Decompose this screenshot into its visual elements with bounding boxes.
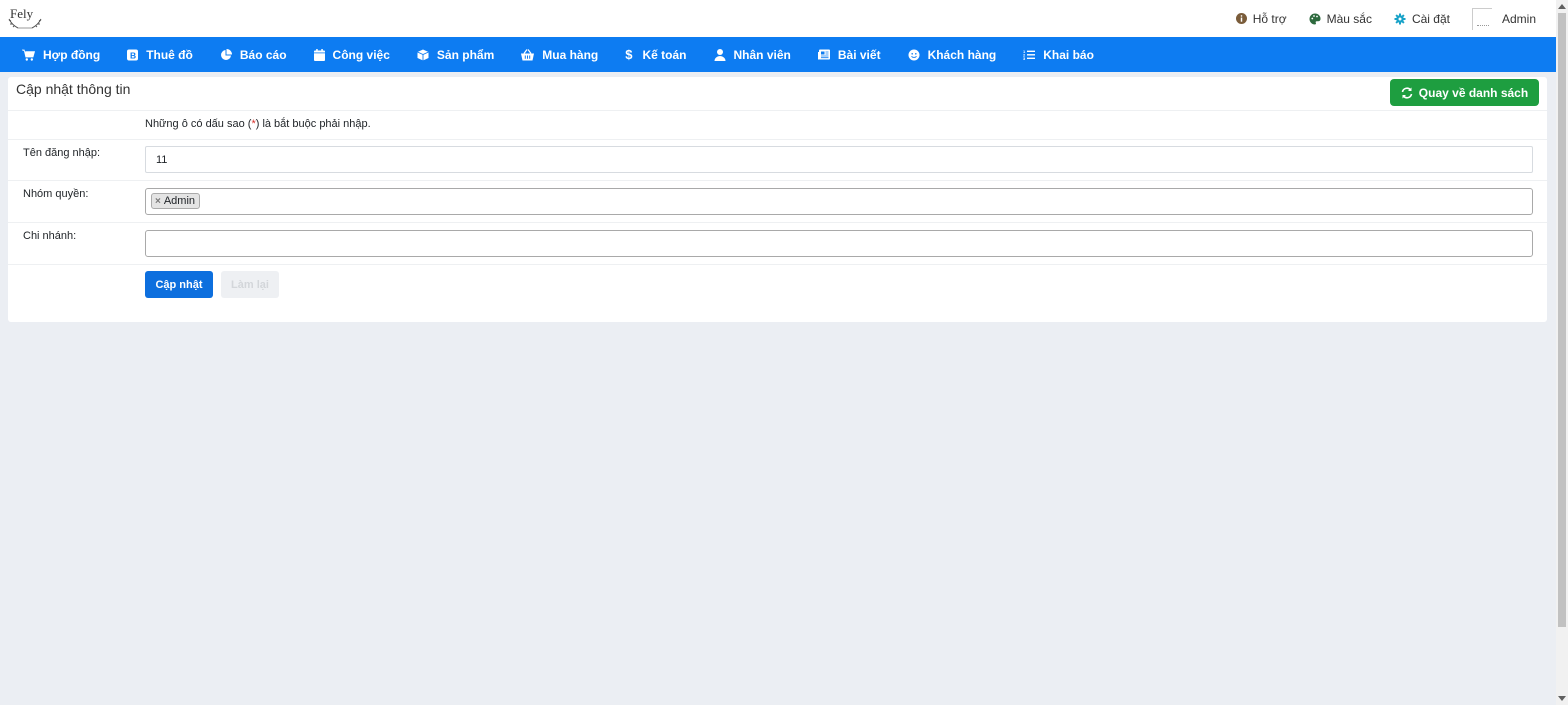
- bootstrap-icon: B: [127, 49, 139, 60]
- nav-label: Khách hàng: [927, 47, 997, 62]
- nav-label: Thuê đồ: [146, 47, 193, 62]
- header-links: Hỗ trợ Màu sắc Cài đặt Admin: [1235, 0, 1536, 37]
- divider: [8, 180, 1547, 181]
- selected-tag: × Admin: [151, 193, 201, 209]
- reset-button[interactable]: Làm lại: [221, 271, 279, 298]
- user-menu[interactable]: Admin: [1471, 7, 1536, 30]
- update-button[interactable]: Cập nhật: [145, 271, 213, 298]
- username-input[interactable]: 11: [145, 146, 1533, 173]
- branch-select[interactable]: [145, 230, 1533, 257]
- page-scrollbar[interactable]: [1556, 0, 1568, 705]
- nav-item-customers[interactable]: Khách hàng: [908, 47, 997, 62]
- back-to-list-button[interactable]: Quay về danh sách: [1390, 79, 1539, 106]
- support-label: Hỗ trợ: [1252, 11, 1287, 26]
- calendar-icon: [313, 48, 325, 61]
- nav-label: Mua hàng: [542, 47, 599, 62]
- gear-icon: [1394, 13, 1406, 24]
- nav-item-purchasing[interactable]: Mua hàng: [521, 48, 598, 62]
- nav-item-accounting[interactable]: $ Kế toán: [625, 47, 686, 62]
- info-icon: [1235, 13, 1247, 24]
- divider: [8, 110, 1547, 111]
- divider: [8, 139, 1547, 140]
- brand-logo[interactable]: Fely: [6, 5, 44, 33]
- nav-label: Bài viết: [837, 47, 881, 62]
- basket-icon: [521, 48, 535, 60]
- box-icon: [417, 49, 429, 60]
- nav-label: Hợp đồng: [43, 47, 101, 62]
- nav-label: Sản phẩm: [436, 47, 495, 62]
- username-value: 11: [156, 153, 168, 166]
- settings-label: Cài đặt: [1411, 11, 1450, 26]
- settings-link[interactable]: Cài đặt: [1394, 12, 1450, 26]
- nav-item-contracts[interactable]: Hợp đồng: [22, 48, 100, 62]
- remove-tag-icon[interactable]: ×: [155, 196, 161, 207]
- branch-label: Chi nhánh:: [23, 230, 77, 242]
- nav-label: Công việc: [332, 47, 390, 62]
- color-label: Màu sắc: [1326, 11, 1372, 26]
- group-select[interactable]: × Admin: [145, 188, 1533, 215]
- group-label: Nhóm quyền:: [23, 188, 89, 200]
- user-icon: [714, 48, 726, 61]
- nav-item-staff[interactable]: Nhân viên: [714, 48, 791, 62]
- smile-icon: [908, 49, 920, 60]
- page-title: Cập nhật thông tin: [16, 81, 131, 97]
- nav-item-settings[interactable]: 123 Khai báo: [1023, 48, 1094, 62]
- list-icon: 123: [1023, 49, 1036, 60]
- scroll-down-arrow-icon[interactable]: [1558, 696, 1566, 701]
- top-header: Fely Hỗ trợ Màu sắc Cài đặt Admin: [0, 0, 1556, 37]
- main-nav: Hợp đồng B Thuê đồ Báo cáo Công việc Sản…: [0, 37, 1556, 72]
- divider: [8, 264, 1547, 265]
- svg-text:3: 3: [1023, 56, 1026, 60]
- nav-label: Khai báo: [1043, 47, 1094, 62]
- nav-label: Nhân viên: [733, 47, 791, 62]
- tag-label: Admin: [163, 195, 196, 207]
- nav-item-tasks[interactable]: Công việc: [313, 47, 390, 62]
- nav-label: Báo cáo: [239, 47, 287, 62]
- avatar: [1471, 7, 1492, 30]
- cart-icon: [22, 49, 35, 61]
- pie-chart-icon: [220, 48, 232, 60]
- user-name: Admin: [1501, 11, 1536, 26]
- support-link[interactable]: Hỗ trợ: [1235, 11, 1287, 26]
- nav-item-products[interactable]: Sản phẩm: [417, 48, 494, 62]
- nav-item-posts[interactable]: Bài viết: [817, 47, 881, 62]
- svg-text:B: B: [130, 50, 136, 60]
- note-prefix: Những ô có dấu sao (: [145, 118, 252, 130]
- required-note: Những ô có dấu sao (*) là bắt buộc phải …: [145, 118, 371, 130]
- nav-label: Kế toán: [642, 47, 687, 62]
- note-suffix: ) là bắt buộc phải nhập.: [255, 118, 371, 130]
- nav-item-rentals[interactable]: B Thuê đồ: [127, 48, 193, 62]
- update-form-card: Cập nhật thông tin Quay về danh sách Nhữ…: [8, 77, 1547, 322]
- scroll-thumb[interactable]: [1558, 13, 1566, 627]
- refresh-icon: [1401, 86, 1413, 99]
- nav-item-reports[interactable]: Báo cáo: [220, 48, 287, 62]
- scroll-up-arrow-icon[interactable]: [1558, 4, 1566, 9]
- username-label: Tên đăng nhập:: [23, 147, 101, 159]
- logo-text: Fely: [10, 6, 34, 21]
- palette-icon: [1309, 12, 1321, 24]
- back-button-label: Quay về danh sách: [1418, 85, 1529, 100]
- newspaper-icon: [817, 49, 830, 60]
- color-link[interactable]: Màu sắc: [1309, 12, 1372, 26]
- dollar-icon: $: [625, 47, 633, 62]
- divider: [8, 222, 1547, 223]
